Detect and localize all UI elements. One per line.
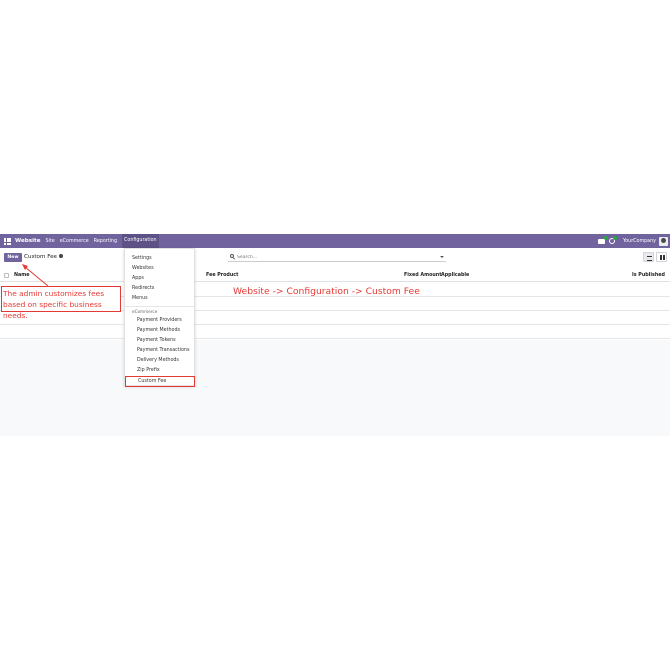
- navbar-systray: YourCompany: [597, 234, 670, 248]
- top-navbar: Website Site eCommerce Reporting Configu…: [0, 234, 670, 248]
- dropdown-item-payment-methods[interactable]: Payment Methods: [137, 328, 180, 333]
- menu-ecommerce[interactable]: eCommerce: [60, 239, 89, 244]
- configuration-dropdown: Settings Websites Apps Redirects Menus e…: [124, 248, 195, 387]
- dropdown-item-redirects[interactable]: Redirects: [132, 286, 154, 291]
- select-all-checkbox[interactable]: [4, 273, 9, 278]
- search-input[interactable]: [237, 253, 427, 261]
- dropdown-item-settings[interactable]: Settings: [132, 256, 152, 261]
- table-row: [0, 325, 670, 339]
- search-icon: [230, 254, 234, 258]
- dropdown-item-delivery-methods[interactable]: Delivery Methods: [137, 358, 179, 363]
- search-bar: [228, 253, 446, 262]
- search-options-caret-icon[interactable]: [440, 256, 444, 258]
- app-brand[interactable]: Website: [15, 238, 40, 244]
- list-view-icon[interactable]: [643, 252, 654, 262]
- dropdown-item-menus[interactable]: Menus: [132, 296, 148, 301]
- dropdown-item-payment-transactions[interactable]: Payment Transactions: [137, 348, 189, 353]
- notification-badge: [603, 235, 608, 240]
- column-fee-product[interactable]: Fee Product: [206, 273, 238, 278]
- table-row: [0, 311, 670, 325]
- dropdown-item-websites[interactable]: Websites: [132, 266, 154, 271]
- table-header: Name Fee Product Fixed Amount Applicable…: [0, 270, 670, 282]
- company-switcher[interactable]: YourCompany: [623, 239, 656, 244]
- activity-badge: [612, 236, 617, 240]
- page-title: Custom Fee: [24, 254, 58, 260]
- menu-reporting[interactable]: Reporting: [94, 239, 117, 244]
- odoo-app-window: Website Site eCommerce Reporting Configu…: [0, 234, 670, 436]
- dropdown-section-ecommerce: eCommerce: [132, 309, 158, 314]
- gear-icon[interactable]: [59, 254, 64, 258]
- dropdown-item-apps[interactable]: Apps: [132, 276, 144, 281]
- dropdown-item-payment-tokens[interactable]: Payment Tokens: [137, 338, 176, 343]
- apps-grid-icon[interactable]: [4, 237, 11, 245]
- column-fixed-amount[interactable]: Fixed Amount: [404, 273, 442, 278]
- new-button[interactable]: New: [4, 253, 22, 262]
- kanban-view-icon[interactable]: [656, 252, 667, 262]
- breadcrumb: Custom Fee: [24, 254, 64, 260]
- dropdown-item-custom-fee[interactable]: Custom Fee: [125, 376, 195, 387]
- annotation-note: The admin customizes fees based on speci…: [1, 286, 121, 320]
- dropdown-item-payment-providers[interactable]: Payment Providers: [137, 318, 182, 323]
- chat-icon[interactable]: [597, 235, 608, 244]
- dropdown-divider: [125, 306, 194, 307]
- control-panel: New Custom Fee: [0, 248, 670, 270]
- user-avatar[interactable]: [659, 236, 668, 246]
- dropdown-item-zip-prefix[interactable]: Zip Prefix: [137, 368, 160, 373]
- activity-clock-icon[interactable]: [608, 236, 617, 244]
- column-applicable[interactable]: Applicable: [441, 273, 469, 278]
- menu-site[interactable]: Site: [45, 239, 54, 244]
- screenshot-stage: Website Site eCommerce Reporting Configu…: [0, 0, 670, 670]
- column-name[interactable]: Name: [14, 273, 30, 278]
- annotation-navigation-path: Website -> Configuration -> Custom Fee: [233, 286, 420, 297]
- column-is-published[interactable]: Is Published: [632, 273, 665, 278]
- menu-configuration[interactable]: Configuration: [122, 234, 159, 248]
